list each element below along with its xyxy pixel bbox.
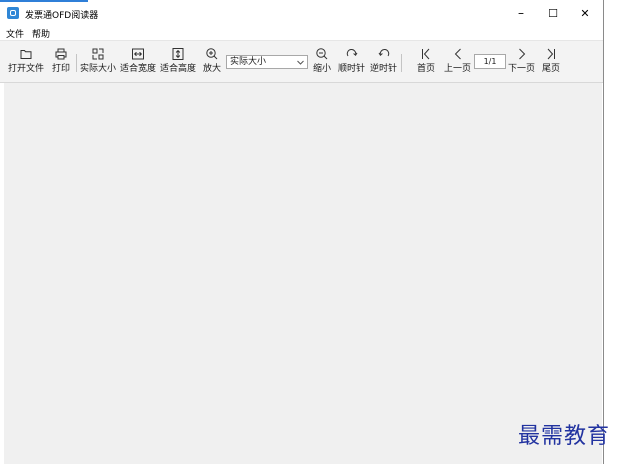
zoom-out-icon: [316, 48, 328, 60]
fit-width-button[interactable]: 适合宽度: [120, 47, 156, 74]
menu-file[interactable]: 文件: [6, 27, 24, 40]
minimize-icon: –: [518, 6, 524, 20]
actual-size-button[interactable]: 实际大小: [80, 47, 116, 74]
maximize-button[interactable]: ☐: [535, 2, 571, 24]
fit-width-icon: [132, 48, 144, 60]
chevron-right-icon: [518, 48, 525, 60]
menu-help[interactable]: 帮助: [32, 27, 50, 40]
menu-bar: 文件 帮助: [0, 24, 603, 40]
zoom-in-label: 放大: [203, 64, 222, 74]
chevron-left-icon: [454, 48, 461, 60]
folder-icon: [20, 50, 32, 59]
next-page-button[interactable]: 下一页: [508, 47, 535, 74]
first-page-label: 首页: [417, 64, 436, 74]
rotate-clockwise-button[interactable]: 顺时针: [338, 47, 365, 74]
toolbar: 打开文件 打印 实际大小 适合宽度 适合高度 放大 实际大小 缩小 顺时针 逆时…: [0, 40, 603, 83]
zoom-out-label: 缩小: [313, 64, 332, 74]
rotate-counterclockwise-icon: [378, 49, 389, 57]
last-page-label: 尾页: [542, 64, 561, 74]
actual-size-icon: [92, 48, 104, 60]
last-page-icon: [547, 48, 555, 60]
print-button[interactable]: 打印: [52, 47, 70, 74]
open-file-label: 打开文件: [8, 64, 45, 74]
zoom-out-button[interactable]: 缩小: [313, 47, 331, 74]
toolbar-separator: [76, 54, 77, 72]
next-page-label: 下一页: [508, 64, 536, 74]
previous-page-button[interactable]: 上一页: [444, 47, 471, 74]
document-view-area[interactable]: [4, 83, 602, 464]
open-file-button[interactable]: 打开文件: [8, 47, 44, 74]
watermark-text: 最需教育: [518, 424, 611, 449]
close-button[interactable]: ✕: [567, 2, 603, 24]
minimize-button[interactable]: –: [503, 2, 539, 24]
zoom-level-value: 实际大小: [230, 57, 267, 67]
fit-height-icon: [172, 48, 184, 60]
window-title: 发票通OFD阅读器: [25, 11, 99, 21]
zoom-level-select[interactable]: 实际大小: [226, 55, 308, 69]
app-logo-icon: [7, 7, 19, 19]
previous-page-label: 上一页: [444, 64, 472, 74]
title-bar[interactable]: 发票通OFD阅读器 – ☐ ✕: [0, 2, 603, 24]
fit-height-label: 适合高度: [160, 64, 197, 74]
rotate-counterclockwise-button[interactable]: 逆时针: [370, 47, 397, 74]
close-icon: ✕: [580, 6, 590, 20]
chevron-down-icon: [297, 60, 304, 65]
zoom-in-button[interactable]: 放大: [203, 47, 221, 74]
fit-width-label: 适合宽度: [120, 64, 157, 74]
zoom-in-icon: [206, 48, 218, 60]
fit-height-button[interactable]: 适合高度: [160, 47, 196, 74]
rotate-clockwise-label: 顺时针: [338, 64, 366, 74]
actual-size-label: 实际大小: [80, 64, 117, 74]
last-page-button[interactable]: 尾页: [542, 47, 560, 74]
printer-icon: [55, 48, 67, 60]
app-window: 发票通OFD阅读器 – ☐ ✕ 文件 帮助 打开文件 打印 实际大小 适合宽度 …: [0, 0, 604, 464]
rotate-counterclockwise-label: 逆时针: [370, 64, 398, 74]
first-page-button[interactable]: 首页: [417, 47, 435, 74]
page-number-input[interactable]: 1/1: [474, 54, 506, 69]
print-label: 打印: [52, 64, 71, 74]
first-page-icon: [422, 48, 430, 60]
maximize-icon: ☐: [548, 6, 558, 20]
toolbar-separator: [401, 54, 402, 72]
rotate-clockwise-icon: [346, 49, 357, 57]
